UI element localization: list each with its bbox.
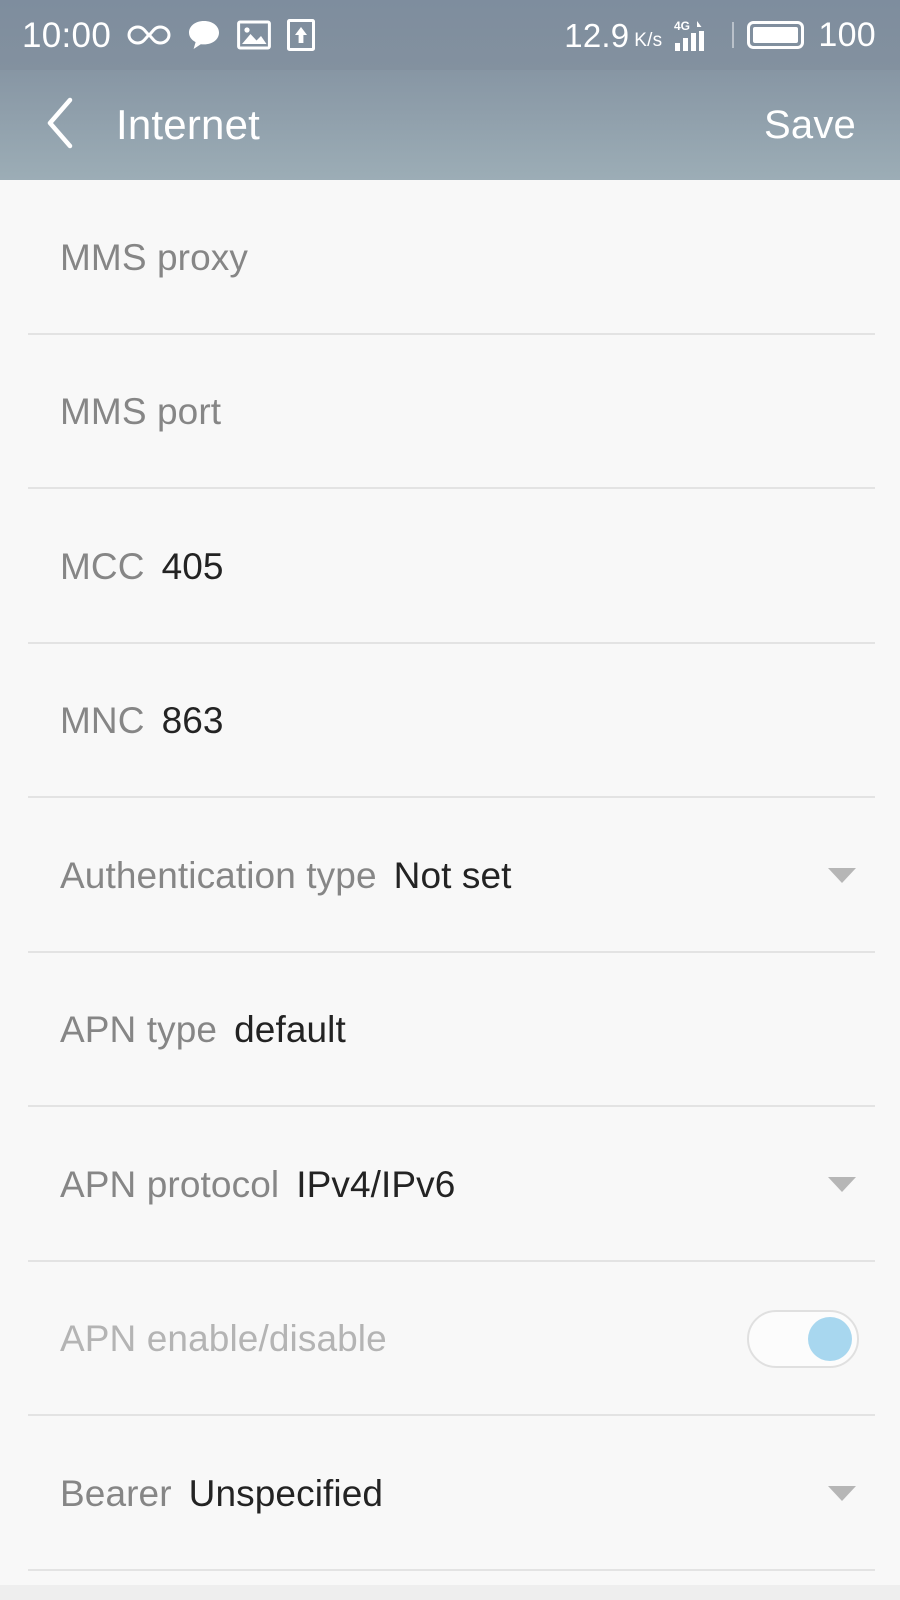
setting-label-apn-protocol: APN protocol [60,1163,280,1205]
setting-value-apn-type: default [234,1009,346,1051]
toggle-knob [808,1316,852,1361]
network-speed: 12.9 K/s [564,19,662,52]
setting-label-mms-proxy: MMS proxy [60,236,248,278]
app-bar: Internet Save [0,70,900,180]
setting-label-apn-enable-disable: APN enable/disable [60,1318,387,1360]
chevron-down-icon[interactable] [828,1485,856,1501]
4g-signal-icon: 4G [673,18,719,52]
image-icon [237,18,271,52]
status-bar-right: 12.9 K/s 4G 100 [564,18,876,52]
setting-value-mcc: 405 [161,545,224,587]
infinity-icon [127,18,171,52]
phone-screen: 10:00 12.9 K/s 4G 100 Internet Save MMS … [0,0,900,1600]
setting-row-bearer[interactable]: Bearer Unspecified [0,1416,900,1571]
network-speed-unit: K/s [634,29,663,51]
status-bar-left: 10:00 [22,15,316,55]
setting-row-apn-type[interactable]: APN type default [0,952,900,1107]
battery-level: 100 [818,16,876,54]
status-separator [732,22,735,48]
svg-text:4G: 4G [674,19,690,33]
setting-row-mms-port[interactable]: MMS port [0,334,900,489]
network-speed-value: 12.9 [564,16,630,54]
setting-label-apn-type: APN type [60,1009,218,1051]
page-title: Internet [116,101,261,148]
setting-row-authentication-type[interactable]: Authentication type Not set [0,798,900,953]
back-button[interactable] [44,97,90,153]
setting-value-bearer: Unspecified [188,1472,384,1514]
setting-row-mnc[interactable]: MNC 863 [0,643,900,798]
upload-icon [287,18,316,52]
bottom-strip [0,1585,900,1600]
setting-row-apn-enable-disable[interactable]: APN enable/disable [0,1261,900,1416]
setting-row-mcc[interactable]: MCC 405 [0,489,900,644]
setting-row-apn-protocol[interactable]: APN protocol IPv4/IPv6 [0,1107,900,1262]
chevron-down-icon[interactable] [828,1176,856,1192]
setting-label-mms-port: MMS port [60,391,222,433]
chevron-left-icon [44,95,76,156]
setting-label-bearer: Bearer [60,1472,172,1514]
status-clock: 10:00 [22,15,112,55]
setting-row-mms-proxy[interactable]: MMS proxy [0,180,900,335]
setting-value-authentication-type: Not set [393,854,512,896]
setting-label-mcc: MCC [60,545,145,587]
message-bubble-icon [187,18,221,52]
setting-value-apn-protocol: IPv4/IPv6 [296,1163,456,1205]
battery-full-icon [747,18,807,52]
status-bar: 10:00 12.9 K/s 4G 100 [0,0,900,70]
setting-label-mnc: MNC [60,700,145,742]
setting-value-mnc: 863 [161,700,224,742]
apn-enable-toggle[interactable] [747,1309,859,1368]
setting-label-authentication-type: Authentication type [60,854,377,896]
save-button[interactable]: Save [760,97,860,153]
chevron-down-icon[interactable] [828,867,856,883]
settings-list: MMS proxy MMS port MCC 405 MNC 863 Authenticat… [0,180,900,1600]
